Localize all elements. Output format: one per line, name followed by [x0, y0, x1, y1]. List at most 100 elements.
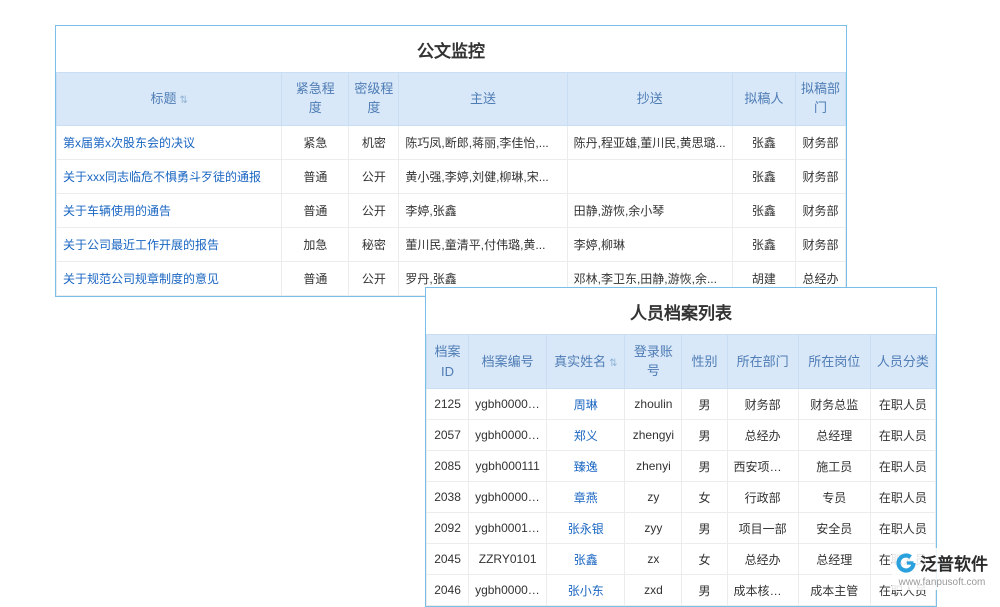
cell-urgency: 普通 — [282, 261, 349, 295]
doc-title-link[interactable]: 关于xxx同志临危不惧勇斗歹徒的通报 — [63, 170, 261, 184]
col-header-real-name-label: 真实姓名 — [554, 354, 606, 369]
col-header-archive-id: 档案ID — [427, 335, 469, 389]
cell-post: 专员 — [798, 482, 870, 513]
cell-category: 在职人员 — [870, 513, 935, 544]
table-row: 第x届第x次股东会的决议 紧急 机密 陈巧凤,断郎,蒋丽,李佳怡,... 陈丹,… — [57, 125, 846, 159]
col-header-draft-dept: 拟稿部门 — [795, 73, 845, 126]
cell-cc: 李婷,柳琳 — [567, 227, 732, 261]
person-name-link[interactable]: 臻逸 — [574, 460, 598, 474]
cell-draft-dept: 财务部 — [795, 159, 845, 193]
personnel-title: 人员档案列表 — [426, 288, 936, 334]
sort-icon[interactable]: ⇅ — [179, 95, 187, 106]
table-row: 2057 ygbh000068 郑义 zhengyi 男 总经办 总经理 在职人… — [427, 420, 936, 451]
person-name-link[interactable]: 张永银 — [568, 522, 604, 536]
table-row: 2092 ygbh000104 张永银 zyy 男 项目一部 安全员 在职人员 — [427, 513, 936, 544]
cell-archive-id: 2045 — [427, 544, 469, 575]
col-header-gender: 性别 — [682, 335, 727, 389]
brand-url[interactable]: www.fanpusoft.com — [899, 577, 986, 588]
cell-archive-id: 2046 — [427, 575, 469, 606]
col-header-doc-title[interactable]: 标题⇅ — [57, 73, 282, 126]
doc-monitor-panel: 公文监控 标题⇅ 紧急程度 密级程度 主送 抄送 拟稿人 拟稿部门 第x届第x次… — [55, 25, 847, 297]
table-row: 2038 ygbh000038 章燕 zy 女 行政部 专员 在职人员 — [427, 482, 936, 513]
person-name-link[interactable]: 郑义 — [574, 429, 598, 443]
cell-dept: 成本核算部 — [727, 575, 798, 606]
sort-icon[interactable]: ⇅ — [609, 358, 617, 369]
cell-real-name: 周琳 — [547, 389, 625, 420]
cell-post: 施工员 — [798, 451, 870, 482]
person-name-link[interactable]: 章燕 — [574, 491, 598, 505]
cell-gender: 男 — [682, 451, 727, 482]
col-header-cc-label: 抄送 — [637, 91, 663, 106]
person-name-link[interactable]: 张鑫 — [574, 553, 598, 567]
cell-gender: 女 — [682, 544, 727, 575]
cell-archive-id: 2057 — [427, 420, 469, 451]
cell-drafter: 张鑫 — [732, 159, 795, 193]
person-name-link[interactable]: 周琳 — [574, 398, 598, 412]
cell-main-send: 黄小强,李婷,刘健,柳琳,宋... — [399, 159, 567, 193]
cell-urgency: 普通 — [282, 193, 349, 227]
cell-dept: 项目一部 — [727, 513, 798, 544]
cell-category: 在职人员 — [870, 482, 935, 513]
col-header-account: 登录账号 — [625, 335, 682, 389]
col-header-real-name[interactable]: 真实姓名⇅ — [547, 335, 625, 389]
cell-dept: 西安项目部 — [727, 451, 798, 482]
col-header-category-label: 人员分类 — [877, 354, 929, 369]
cell-category: 在职人员 — [870, 451, 935, 482]
cell-post: 安全员 — [798, 513, 870, 544]
col-header-drafter-label: 拟稿人 — [744, 91, 783, 106]
doc-title-link[interactable]: 关于车辆使用的通告 — [63, 204, 171, 218]
cell-archive-id: 2125 — [427, 389, 469, 420]
table-row: 2085 ygbh000111 臻逸 zhenyi 男 西安项目部 施工员 在职… — [427, 451, 936, 482]
cell-archive-code: ygbh000038 — [469, 482, 547, 513]
cell-doc-title: 关于规范公司规章制度的意见 — [57, 261, 282, 295]
cell-account: zhenyi — [625, 451, 682, 482]
cell-dept: 总经办 — [727, 544, 798, 575]
cell-secrecy: 公开 — [349, 159, 399, 193]
col-header-category: 人员分类 — [870, 335, 935, 389]
brand-name: 泛普软件 — [920, 550, 988, 575]
doc-header-row: 标题⇅ 紧急程度 密级程度 主送 抄送 拟稿人 拟稿部门 — [57, 73, 846, 126]
doc-title-link[interactable]: 第x届第x次股东会的决议 — [63, 136, 195, 150]
col-header-archive-id-label: 档案ID — [435, 344, 461, 379]
cell-real-name: 张鑫 — [547, 544, 625, 575]
cell-gender: 男 — [682, 575, 727, 606]
cell-main-send: 陈巧凤,断郎,蒋丽,李佳怡,... — [399, 125, 567, 159]
table-row: 关于公司最近工作开展的报告 加急 秘密 董川民,童清平,付伟璐,黄... 李婷,… — [57, 227, 846, 261]
cell-post: 财务总监 — [798, 389, 870, 420]
col-header-post: 所在岗位 — [798, 335, 870, 389]
cell-archive-code: ZZRY0101 — [469, 544, 547, 575]
cell-urgency: 紧急 — [282, 125, 349, 159]
table-row: 关于车辆使用的通告 普通 公开 李婷,张鑫 田静,游恢,余小琴 张鑫 财务部 — [57, 193, 846, 227]
cell-archive-id: 2085 — [427, 451, 469, 482]
col-header-gender-label: 性别 — [692, 354, 718, 369]
col-header-archive-code-label: 档案编号 — [482, 354, 534, 369]
person-name-link[interactable]: 张小东 — [568, 584, 604, 598]
col-header-drafter: 拟稿人 — [732, 73, 795, 126]
cell-archive-code: ygbh000050 — [469, 575, 547, 606]
col-header-account-label: 登录账号 — [632, 343, 674, 381]
col-header-urgency: 紧急程度 — [282, 73, 349, 126]
col-header-main-send: 主送 — [399, 73, 567, 126]
cell-dept: 总经办 — [727, 420, 798, 451]
cell-gender: 女 — [682, 482, 727, 513]
cell-real-name: 臻逸 — [547, 451, 625, 482]
col-header-secrecy-label: 密级程度 — [353, 80, 395, 118]
cell-draft-dept: 财务部 — [795, 125, 845, 159]
cell-secrecy: 机密 — [349, 125, 399, 159]
cell-doc-title: 第x届第x次股东会的决议 — [57, 125, 282, 159]
col-header-main-send-label: 主送 — [470, 91, 496, 106]
cell-urgency: 普通 — [282, 159, 349, 193]
cell-account: zx — [625, 544, 682, 575]
cell-gender: 男 — [682, 389, 727, 420]
cell-doc-title: 关于公司最近工作开展的报告 — [57, 227, 282, 261]
col-header-dept: 所在部门 — [727, 335, 798, 389]
cell-drafter: 张鑫 — [732, 193, 795, 227]
doc-title-link[interactable]: 关于规范公司规章制度的意见 — [63, 272, 219, 286]
cell-urgency: 加急 — [282, 227, 349, 261]
cell-cc — [567, 159, 732, 193]
personnel-panel: 人员档案列表 档案ID 档案编号 真实姓名⇅ 登录账号 性别 所在部门 所在岗位… — [425, 287, 937, 607]
cell-archive-code: ygbh000111 — [469, 451, 547, 482]
doc-title-link[interactable]: 关于公司最近工作开展的报告 — [63, 238, 219, 252]
cell-real-name: 张永银 — [547, 513, 625, 544]
cell-account: zy — [625, 482, 682, 513]
